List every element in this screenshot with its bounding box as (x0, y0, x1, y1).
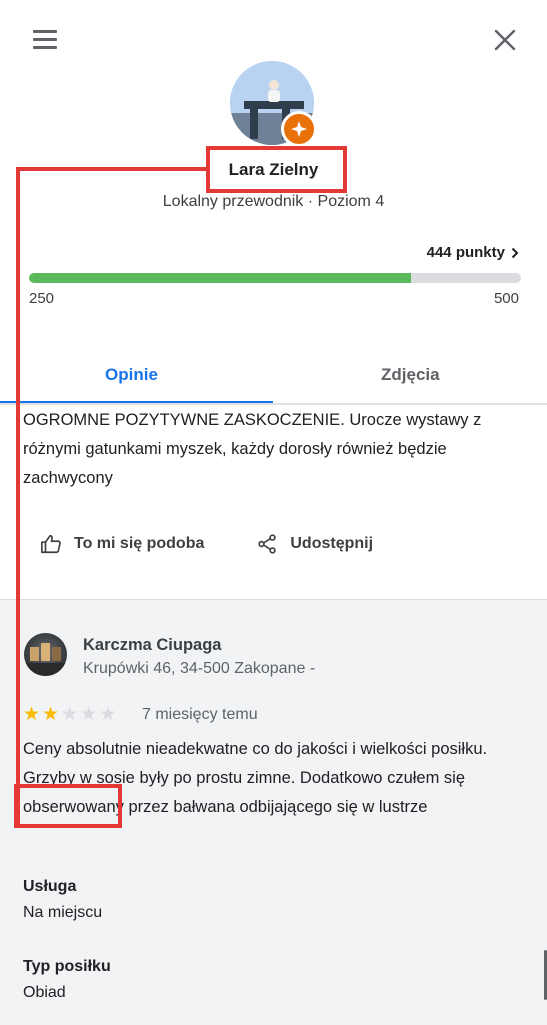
star-icon: ★ (80, 704, 98, 725)
highlight-connector-horizontal (16, 167, 208, 171)
review-text: OGROMNE POZYTYWNE ZASKOCZENIE. Urocze wy… (23, 411, 482, 487)
share-label: Udostępnij (290, 535, 374, 552)
star-icon: ★ (99, 704, 117, 725)
profile-subtitle: Lokalny przewodnik · Poziom 4 (162, 193, 385, 210)
review-actions: To mi się podoba Udostępnij (40, 530, 373, 558)
like-label: To mi się podoba (74, 535, 205, 552)
star-icon: ★ (42, 704, 60, 725)
local-guide-star-icon (281, 111, 317, 147)
like-button[interactable]: To mi się podoba (40, 533, 204, 555)
place-address: Krupówki 46, 34-500 Zakopane (83, 660, 306, 677)
progress-max: 500 (493, 290, 519, 307)
review-text-highlight: czułem się (387, 769, 466, 787)
meal-label: Typ posiłku (23, 958, 111, 975)
share-icon (258, 534, 277, 554)
progress-min: 250 (29, 290, 55, 307)
place-name[interactable]: Karczma Ciupaga (83, 636, 221, 655)
chevron-right-icon (511, 247, 519, 258)
points-link[interactable]: 444 punkty (427, 244, 519, 261)
star-icon: ★ (23, 704, 41, 725)
text-highlight-box (14, 784, 122, 828)
name-highlight-box (206, 146, 347, 193)
tab-photos[interactable]: Zdjęcia (381, 365, 440, 385)
level-progress-bar (29, 273, 521, 283)
close-icon[interactable] (493, 28, 517, 52)
points-label: 444 punkty (426, 244, 505, 261)
level-progress-fill (29, 273, 411, 283)
tab-bar: Opinie Zdjęcia (0, 340, 547, 404)
meal-value: Obiad (23, 984, 66, 1001)
tabs-divider (0, 403, 547, 405)
highlight-connector-vertical (16, 167, 20, 824)
service-label: Usługa (23, 878, 77, 895)
place-thumbnail[interactable] (24, 633, 67, 676)
star-rating: ★ ★ ★ ★ ★ (23, 705, 116, 725)
review-time: 7 miesięcy temu (142, 706, 258, 723)
star-icon: ★ (61, 704, 79, 725)
tab-reviews[interactable]: Opinie (105, 365, 158, 385)
service-value: Na miejscu (23, 904, 103, 921)
thumb-up-icon (41, 534, 61, 554)
share-button[interactable]: Udostępnij (256, 533, 373, 555)
hamburger-menu-icon[interactable] (33, 30, 57, 50)
address-suffix: - (309, 660, 316, 677)
place-address-line: Krupówki 46, 34-500 Zakopane - (83, 660, 315, 678)
